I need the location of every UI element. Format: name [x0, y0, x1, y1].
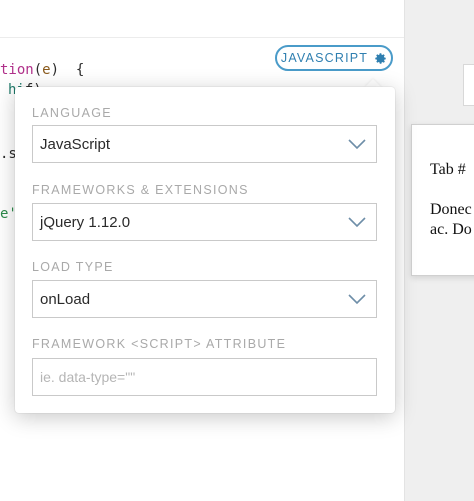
code-line: tion(e) {: [0, 62, 84, 78]
code-token: e: [42, 62, 51, 78]
frameworks-value: jQuery 1.12.0: [40, 214, 131, 231]
language-label: LANGUAGE: [32, 106, 112, 120]
result-text: ac. Do: [430, 221, 472, 238]
code-token: (: [33, 62, 43, 78]
result-tab[interactable]: [463, 64, 474, 106]
language-pill-label: JAVASCRIPT: [280, 51, 369, 65]
frameworks-label: FRAMEWORKS & EXTENSIONS: [32, 183, 249, 197]
gear-icon: [375, 52, 386, 64]
code-token: tion: [0, 62, 34, 78]
result-text: Tab #: [430, 161, 466, 178]
editor-divider: [0, 37, 404, 38]
chevron-down-icon: [348, 294, 366, 305]
script-attribute-input[interactable]: [32, 358, 377, 396]
language-select[interactable]: JavaScript: [32, 125, 377, 163]
chevron-down-icon: [348, 139, 366, 150]
result-text: Donec: [430, 201, 472, 218]
result-card: Tab # Donec ac. Do: [411, 124, 474, 276]
frameworks-select[interactable]: jQuery 1.12.0: [32, 203, 377, 241]
language-settings-popup: LANGUAGE JavaScript FRAMEWORKS & EXTENSI…: [15, 87, 395, 413]
code-token: ) {: [50, 62, 85, 78]
language-value: JavaScript: [40, 136, 111, 153]
chevron-down-icon: [348, 217, 366, 228]
load-type-select[interactable]: onLoad: [32, 280, 377, 318]
load-type-value: onLoad: [40, 291, 91, 308]
language-settings-button[interactable]: JAVASCRIPT: [275, 45, 393, 71]
script-attribute-label: FRAMEWORK <SCRIPT> ATTRIBUTE: [32, 337, 287, 351]
load-type-label: LOAD TYPE: [32, 260, 114, 274]
